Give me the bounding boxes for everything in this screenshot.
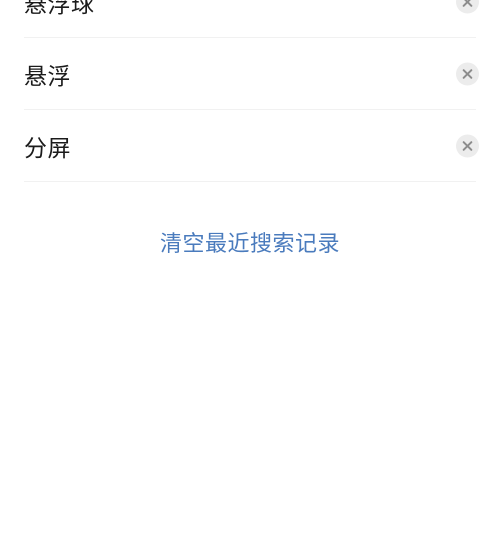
close-icon: [462, 68, 473, 79]
delete-search-button[interactable]: [456, 62, 479, 85]
recent-search-label[interactable]: 悬浮: [24, 57, 71, 91]
search-history-page: 悬浮球 悬浮 分屏 清空最近搜索记录: [0, 0, 500, 533]
delete-search-button[interactable]: [456, 0, 479, 13]
recent-search-item[interactable]: 分屏: [24, 110, 479, 182]
clear-recent-searches-button[interactable]: 清空最近搜索记录: [0, 226, 500, 258]
close-icon: [462, 0, 473, 7]
recent-search-item[interactable]: 悬浮: [24, 38, 479, 110]
delete-search-button[interactable]: [456, 134, 479, 157]
recent-search-label[interactable]: 分屏: [24, 129, 71, 163]
close-icon: [462, 140, 473, 151]
recent-search-item[interactable]: 悬浮球: [24, 0, 479, 38]
recent-search-list: 悬浮球 悬浮 分屏: [0, 0, 500, 182]
recent-search-label[interactable]: 悬浮球: [24, 0, 95, 19]
